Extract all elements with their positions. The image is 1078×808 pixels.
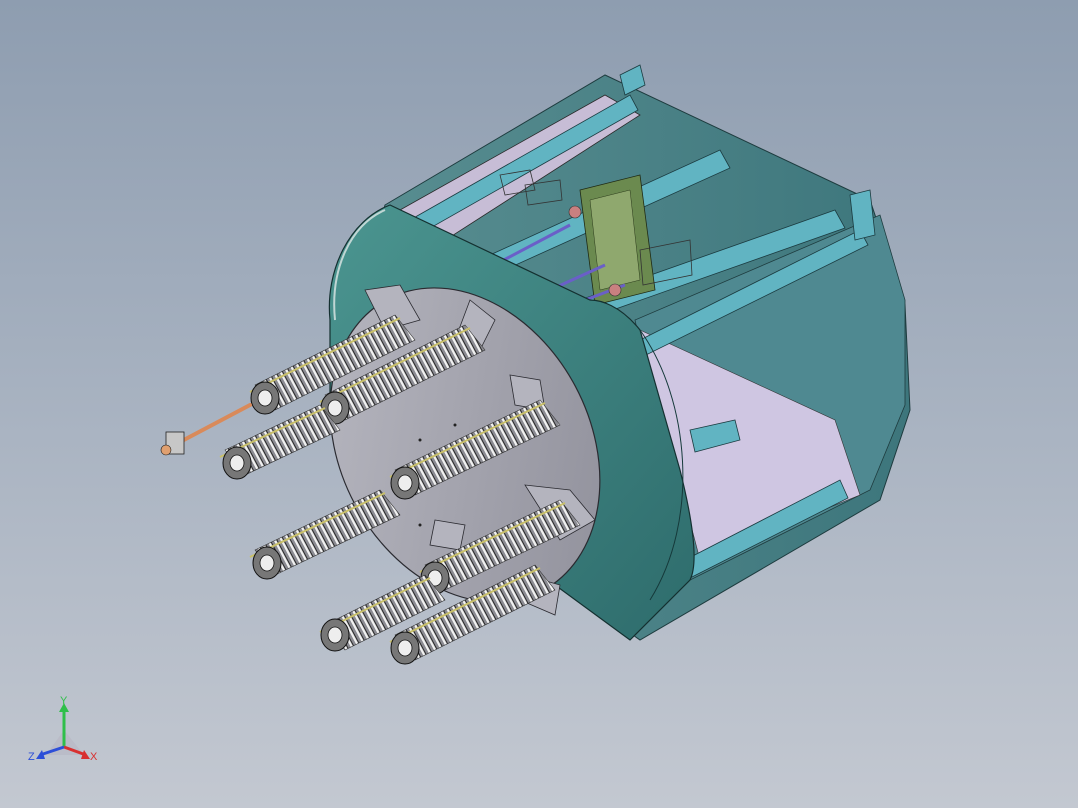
3d-model-scene[interactable] (0, 0, 1078, 808)
view-orientation-triad[interactable]: Y X Z (26, 695, 106, 770)
triad-x-label: X (90, 751, 98, 763)
triad-z-label: Z (28, 751, 35, 763)
cad-viewport[interactable]: Y X Z (0, 0, 1078, 808)
triad-y-label: Y (60, 695, 68, 707)
heater-coil-3 (219, 404, 341, 480)
